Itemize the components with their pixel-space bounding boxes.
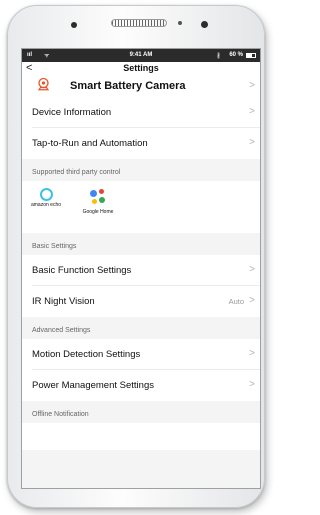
tap-to-run-row[interactable]: Tap-to-Run and Automation >: [22, 128, 260, 159]
offline-notification-section-header: Offline Notification: [22, 401, 260, 423]
amazon-echo-label: amazon echo: [30, 202, 62, 208]
google-home-icon: [87, 188, 109, 208]
motion-detection-settings-row[interactable]: Motion Detection Settings >: [22, 339, 260, 370]
basic-function-settings-row[interactable]: Basic Function Settings >: [22, 255, 260, 286]
app-screen: ııl ᯤ 9:41 AM ∦ 60 % < Settings Smart Ba…: [21, 48, 261, 489]
device-header-row[interactable]: Smart Battery Camera >: [22, 75, 260, 97]
amazon-echo-item[interactable]: amazon echo: [30, 188, 62, 208]
proximity-sensor-icon: [201, 21, 208, 28]
front-camera-icon: [71, 22, 77, 28]
chevron-right-icon: >: [249, 137, 255, 148]
earpiece-speaker: [111, 19, 167, 27]
row-label: IR Night Vision: [32, 296, 95, 307]
chevron-right-icon: >: [249, 348, 255, 359]
chevron-right-icon: >: [249, 80, 255, 91]
section-label: Advanced Settings: [32, 327, 91, 334]
chevron-right-icon: >: [249, 379, 255, 390]
device-information-row[interactable]: Device Information >: [22, 97, 260, 128]
row-label: Tap-to-Run and Automation: [32, 138, 148, 149]
google-home-item[interactable]: Google Home: [78, 188, 118, 215]
third-party-row: amazon echo Google Home: [22, 181, 260, 233]
google-home-label: Google Home: [82, 209, 114, 215]
page-title: Settings: [123, 63, 159, 73]
offline-notification-row[interactable]: [22, 423, 260, 450]
ir-night-vision-row[interactable]: IR Night Vision Auto >: [22, 286, 260, 317]
status-bar: ııl ᯤ 9:41 AM ∦ 60 %: [22, 49, 260, 62]
chevron-right-icon: >: [249, 264, 255, 275]
camera-icon: [37, 77, 50, 91]
battery-percent: 60 %: [229, 52, 243, 58]
third-party-section-header: Supported third party control: [22, 159, 260, 181]
advanced-settings-section-header: Advanced Settings: [22, 317, 260, 339]
row-label: Power Management Settings: [32, 380, 154, 391]
row-label: Device Information: [32, 107, 112, 118]
section-label: Supported third party control: [32, 169, 121, 176]
device-name: Smart Battery Camera: [70, 80, 186, 92]
status-time: 9:41 AM: [129, 52, 153, 58]
row-label: Basic Function Settings: [32, 265, 132, 276]
basic-settings-section-header: Basic Settings: [22, 233, 260, 255]
chevron-right-icon: >: [249, 295, 255, 306]
power-management-settings-row[interactable]: Power Management Settings >: [22, 370, 260, 401]
bluetooth-icon: ∦: [217, 53, 220, 59]
section-label: Basic Settings: [32, 243, 77, 250]
sensor-dot: [178, 21, 182, 25]
nav-bar: < Settings: [22, 62, 260, 75]
row-label: Motion Detection Settings: [32, 349, 141, 360]
chevron-right-icon: >: [249, 106, 255, 117]
amazon-echo-icon: [39, 188, 53, 201]
ir-night-vision-value: Auto: [228, 297, 244, 306]
section-label: Offline Notification: [32, 411, 89, 418]
phone-frame: ııl ᯤ 9:41 AM ∦ 60 % < Settings Smart Ba…: [7, 5, 265, 508]
battery-icon: [246, 53, 256, 58]
